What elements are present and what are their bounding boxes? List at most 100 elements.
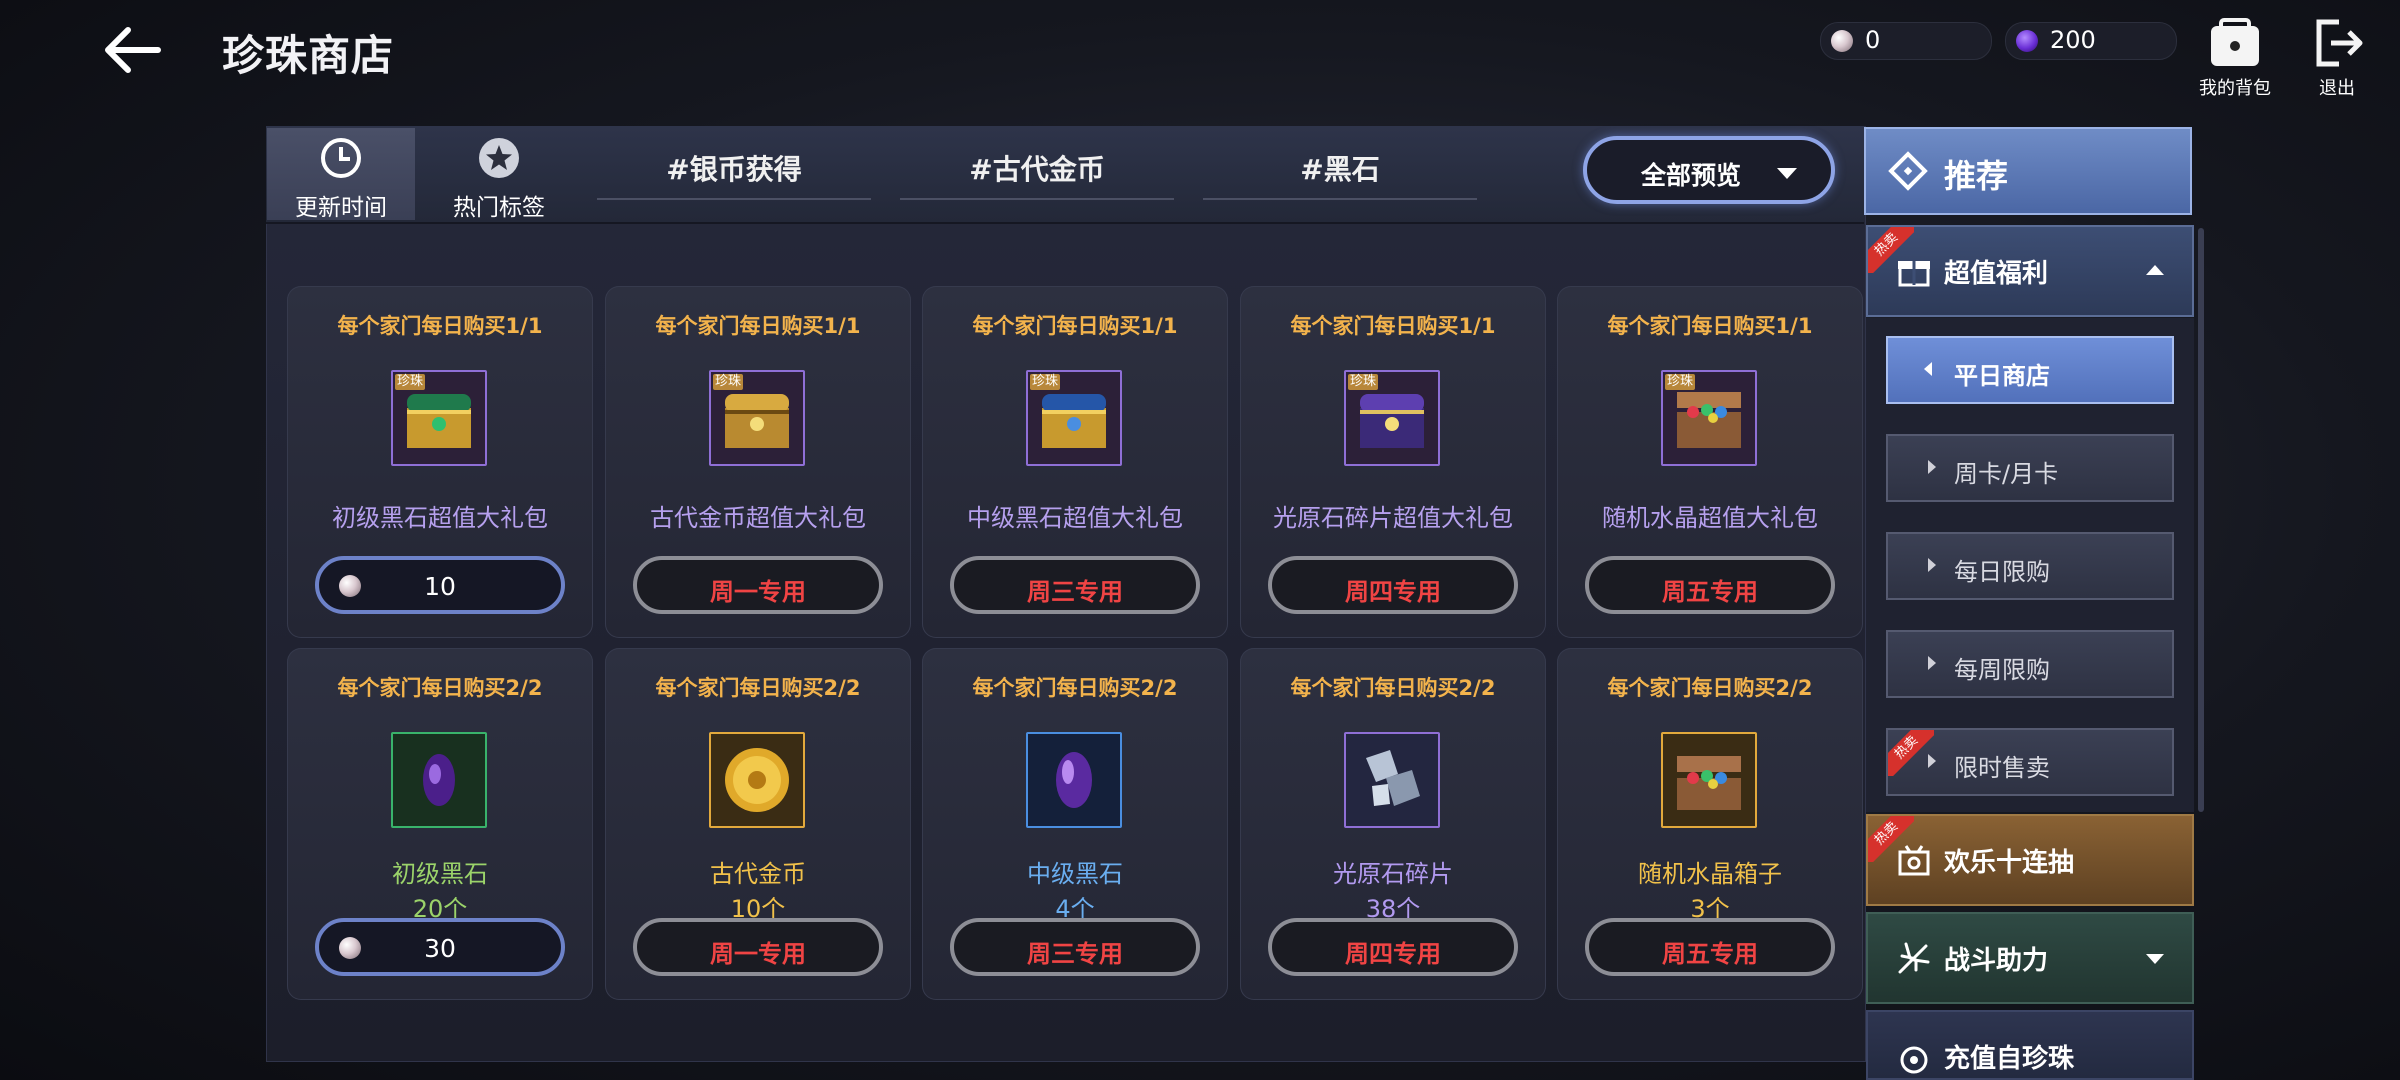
buy-button[interactable]: 30 [315,918,565,976]
battle-spark-icon [1898,942,1930,974]
sidebar-category-recharge[interactable]: 充值自珍珠 [1866,1010,2194,1080]
buy-button[interactable]: 周三专用 [950,918,1200,976]
sidebar-category-gacha-label: 欢乐十连抽 [1944,848,2075,878]
item-icon[interactable] [1661,732,1757,828]
exit-label: 退出 [2319,78,2355,99]
sidebar-category-gacha[interactable]: 热卖 欢乐十连抽 [1866,814,2194,906]
chevron-up-icon [2146,265,2164,275]
hot-sale-label: 热卖 [1888,730,1934,776]
exit-button[interactable]: 退出 [2292,18,2382,100]
tab-underline [597,198,871,200]
price: 30 [424,934,456,963]
product-card: 每个家门每日购买2/2 光原石碎片 38个 周四专用 [1240,648,1546,1000]
buy-button[interactable]: 周四专用 [1268,556,1518,614]
buy-button[interactable]: 周一专用 [633,556,883,614]
product-card: 每个家门每日购买1/1 珍珠 中级黑石超值大礼包 周三专用 [922,286,1228,638]
arrow-left-icon [105,27,161,73]
star-icon [479,138,519,178]
pearl-currency: 0 [1820,22,1992,60]
gem-amount: 200 [2050,26,2096,54]
product-name: 中级黑石超值大礼包 [967,504,1183,532]
pearl-badge: 珍珠 [1030,374,1061,390]
day-restriction: 周三专用 [1027,578,1123,606]
item-icon[interactable]: 珍珠 [1026,370,1122,466]
back-button[interactable] [100,22,170,78]
product-card: 每个家门每日购买2/2 随机水晶箱子 3个 周五专用 [1557,648,1863,1000]
caret-right-icon [1928,558,1936,572]
day-restriction: 周五专用 [1662,578,1758,606]
all-preview-dropdown[interactable]: 全部预览 [1583,136,1835,204]
item-icon[interactable]: 珍珠 [709,370,805,466]
hot-sale-label: 热卖 [1868,227,1914,273]
pearl-icon [1831,30,1853,52]
buy-button[interactable]: 周五专用 [1585,918,1835,976]
buy-button[interactable]: 10 [315,556,565,614]
purple-gem-icon [2016,30,2038,52]
product-name: 古代金币超值大礼包 [650,504,866,532]
gold-coin-icon [711,734,803,826]
product-name: 初级黑石 [392,860,488,888]
pearl-badge: 珍珠 [395,374,426,390]
purchase-limit: 每个家门每日购买2/2 [972,676,1178,700]
bag-button[interactable]: 我的背包 [2190,18,2280,100]
item-icon[interactable] [1344,732,1440,828]
purchase-limit: 每个家门每日购买1/1 [972,314,1178,338]
purchase-limit: 每个家门每日购买2/2 [1290,676,1496,700]
tab-tag-blackstone[interactable]: #黑石 [1203,148,1477,200]
item-icon[interactable]: 珍珠 [1344,370,1440,466]
price: 10 [424,572,456,601]
tab-tag-silver[interactable]: #银币获得 [597,148,871,200]
buy-button[interactable]: 周一专用 [633,918,883,976]
product-card: 每个家门每日购买2/2 初级黑石 20个 30 [287,648,593,1000]
product-name: 中级黑石 [1027,860,1123,888]
purchase-limit: 每个家门每日购买1/1 [1290,314,1496,338]
sidebar-scrollbar[interactable] [2198,228,2204,812]
item-icon[interactable] [1026,732,1122,828]
product-name: 光原石碎片超值大礼包 [1273,504,1513,532]
day-restriction: 周一专用 [710,578,806,606]
sidebar-item-limited-sale[interactable]: 热卖 限时售卖 [1886,728,2174,796]
sidebar-category-battle[interactable]: 战斗助力 [1866,912,2194,1004]
pearl-amount: 0 [1865,26,1881,54]
sidebar-item-weekday-shop[interactable]: 平日商店 [1886,336,2174,404]
diamond-tag-icon [1888,151,1928,191]
product-name: 古代金币 [710,860,806,888]
product-name: 光原石碎片 [1333,860,1453,888]
sidebar-item-weekly-limit[interactable]: 每周限购 [1886,630,2174,698]
tab-hot-tags[interactable]: 热门标签 [425,128,573,221]
tab-update-time[interactable]: 更新时间 [267,128,415,221]
ore-fragment-icon [1346,734,1438,826]
sidebar-item-label: 限时售卖 [1954,754,2050,782]
tab-underline [1203,198,1477,200]
mid-black-stone-icon [1028,734,1120,826]
purchase-limit: 每个家门每日购买1/1 [1607,314,1813,338]
buy-button[interactable]: 周四专用 [1268,918,1518,976]
page-title: 珍珠商店 [222,31,395,80]
sidebar-item-label: 每周限购 [1954,656,2050,684]
item-icon[interactable]: 珍珠 [1661,370,1757,466]
tab-tag-gold[interactable]: #古代金币 [900,148,1174,200]
buy-button[interactable]: 周五专用 [1585,556,1835,614]
day-restriction: 周四专用 [1345,940,1441,968]
caret-right-icon [1928,460,1936,474]
product-card: 每个家门每日购买1/1 珍珠 随机水晶超值大礼包 周五专用 [1557,286,1863,638]
tab-update-time-label: 更新时间 [295,195,387,221]
buy-button[interactable]: 周三专用 [950,556,1200,614]
item-icon[interactable] [391,732,487,828]
caret-left-icon [1924,362,1932,376]
sidebar-category-welfare[interactable]: 热卖 超值福利 [1866,225,2194,317]
product-name: 随机水晶箱子 [1638,860,1782,888]
product-name: 随机水晶超值大礼包 [1602,504,1818,532]
item-icon[interactable] [709,732,805,828]
tab-underline [900,198,1174,200]
purchase-limit: 每个家门每日购买1/1 [337,314,543,338]
day-restriction: 周五专用 [1662,940,1758,968]
sidebar-item-weekly-monthly-card[interactable]: 周卡/月卡 [1886,434,2174,502]
exit-icon [2316,19,2363,67]
item-icon[interactable]: 珍珠 [391,370,487,466]
pearl-badge: 珍珠 [1348,374,1379,390]
sidebar-item-daily-limit[interactable]: 每日限购 [1886,532,2174,600]
sidebar-recommend[interactable]: 推荐 [1864,127,2192,215]
caret-right-icon [1928,656,1936,670]
product-card: 每个家门每日购买1/1 珍珠 初级黑石超值大礼包 10 [287,286,593,638]
